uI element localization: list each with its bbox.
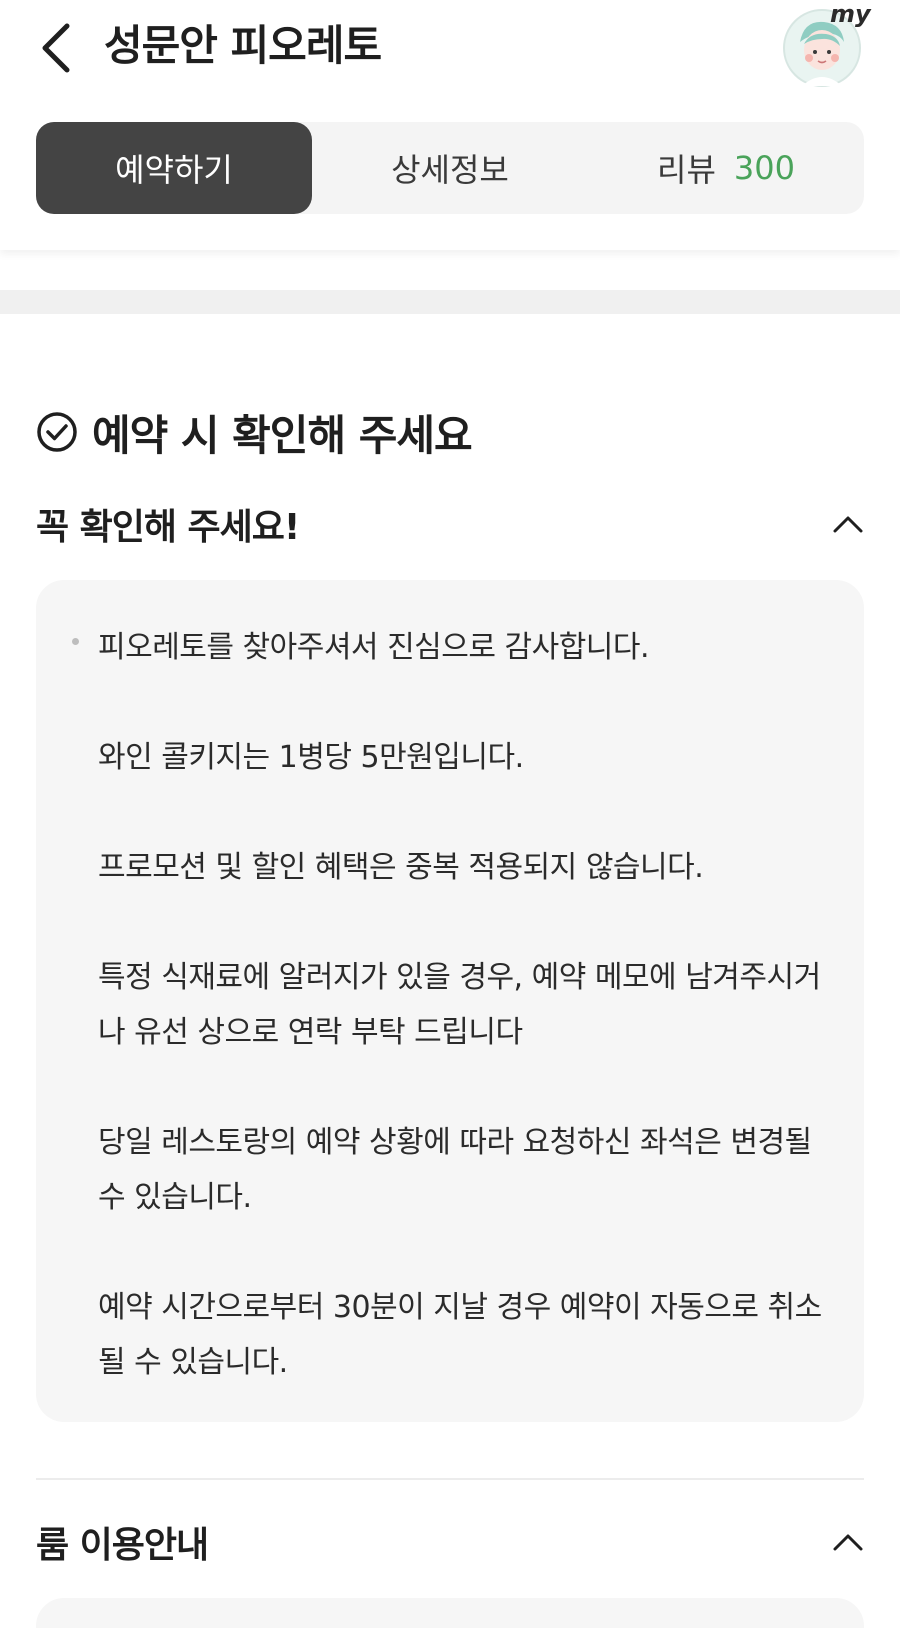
- header: 성문안 피오레토 my 예약하기 상세정보 리뷰 300: [0, 0, 900, 250]
- divider: [36, 1478, 864, 1480]
- section-heading: 예약 시 확인해 주세요: [36, 400, 473, 464]
- accordion-room-info[interactable]: 룸 이용안내: [36, 1512, 864, 1572]
- chevron-up-icon[interactable]: [832, 514, 864, 534]
- page-title: 성문안 피오레토: [104, 21, 382, 70]
- notice-paragraph: 피오레토를 찾아주셔서 진심으로 감사합니다.: [98, 630, 650, 665]
- notice-paragraph: 프로모션 및 할인 혜택은 중복 적용되지 않습니다.: [98, 850, 704, 885]
- notice-paragraph: 당일 레스토랑의 예약 상황에 따라 요청하신 좌석은 변경될 수 있습니다.: [98, 1125, 812, 1215]
- tab-details-label: 상세정보: [391, 151, 509, 189]
- check-circle-icon: [37, 412, 77, 452]
- section-separator: [0, 290, 900, 314]
- chevron-left-icon: [42, 23, 70, 73]
- tab-reviews-label: 리뷰: [657, 151, 716, 189]
- tab-reviews[interactable]: 리뷰 300: [588, 122, 864, 214]
- chevron-up-icon[interactable]: [832, 1532, 864, 1552]
- bullet-dot: [72, 638, 79, 645]
- room-info-box: [36, 1598, 864, 1628]
- accordion-must-check[interactable]: 꼭 확인해 주세요!: [36, 494, 864, 554]
- back-button[interactable]: [34, 18, 78, 78]
- notice-box: 피오레토를 찾아주셔서 진심으로 감사합니다. 와인 콜키지는 1병당 5만원입…: [36, 580, 864, 1422]
- notice-paragraph: 특정 식재료에 알러지가 있을 경우, 예약 메모에 남겨주시거나 유선 상으로…: [98, 960, 821, 1050]
- tab-details[interactable]: 상세정보: [312, 122, 588, 214]
- tab-reservation-label: 예약하기: [115, 151, 233, 189]
- tab-bar: 예약하기 상세정보 리뷰 300: [36, 122, 864, 214]
- notice-paragraph: 와인 콜키지는 1병당 5만원입니다.: [98, 740, 524, 775]
- review-count: 300: [733, 149, 795, 187]
- tab-reservation[interactable]: 예약하기: [36, 122, 312, 214]
- section-heading-text: 예약 시 확인해 주세요: [92, 410, 473, 460]
- my-badge: my: [830, 0, 871, 28]
- accordion-room-info-title: 룸 이용안내: [36, 1525, 209, 1566]
- accordion-must-check-title: 꼭 확인해 주세요!: [36, 507, 300, 548]
- notice-paragraph: 예약 시간으로부터 30분이 지날 경우 예약이 자동으로 취소 될 수 있습니…: [98, 1290, 822, 1380]
